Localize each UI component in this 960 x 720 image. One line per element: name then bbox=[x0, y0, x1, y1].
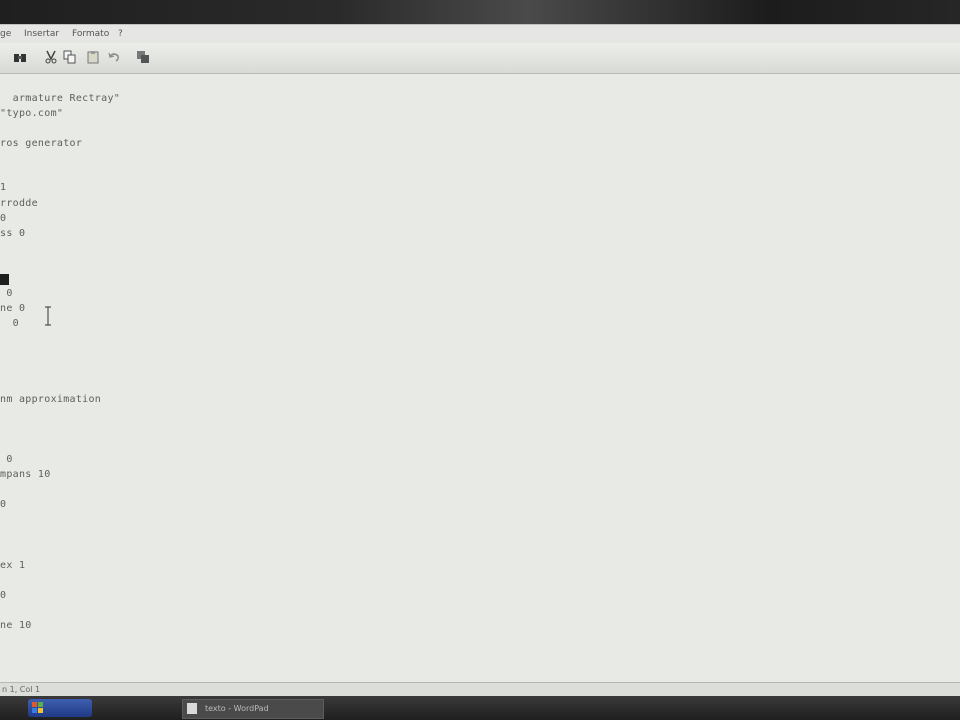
menu-item-insert[interactable]: Insertar bbox=[24, 29, 59, 39]
text-line: ne 10 bbox=[0, 620, 32, 631]
text-line: mpans 10 bbox=[0, 469, 51, 480]
text-line: ss 0 bbox=[0, 228, 26, 239]
text-line: 0 bbox=[0, 454, 13, 465]
text-line: armature Rectray" bbox=[0, 93, 121, 104]
replace-icon[interactable] bbox=[136, 50, 150, 64]
text-line: 0 bbox=[0, 499, 7, 510]
text-line: "typo.com" bbox=[0, 108, 64, 119]
text-line: nm approximation bbox=[0, 394, 102, 405]
text-line: 0 bbox=[0, 288, 13, 299]
document-text-area[interactable]: armature Rectray" "typo.com" ros generat… bbox=[0, 74, 960, 681]
text-line: 0 bbox=[0, 318, 19, 329]
menu-bar: ge Insertar Formato ? bbox=[0, 25, 960, 43]
toolbar bbox=[0, 43, 960, 74]
paste-icon[interactable] bbox=[86, 50, 100, 64]
text-line: rrodde bbox=[0, 198, 38, 209]
cut-icon[interactable] bbox=[44, 50, 58, 64]
desktop-top-strip bbox=[0, 0, 960, 24]
text-line: 0 bbox=[0, 590, 7, 601]
document-icon bbox=[187, 703, 197, 714]
undo-icon[interactable] bbox=[107, 50, 121, 64]
taskbar: texto - WordPad bbox=[0, 696, 960, 720]
editor-window: ge Insertar Formato ? armature Rectray" … bbox=[0, 24, 960, 698]
text-line: ne 0 bbox=[0, 303, 26, 314]
text-line: ex 1 bbox=[0, 560, 26, 571]
menu-item-view[interactable]: ge bbox=[0, 29, 11, 39]
start-logo-icon bbox=[32, 702, 43, 713]
copy-icon[interactable] bbox=[63, 50, 77, 64]
cursor-position: n 1, Col 1 bbox=[2, 685, 41, 694]
text-line: 1 bbox=[0, 182, 7, 193]
taskbar-window-label: texto - WordPad bbox=[205, 704, 269, 713]
text-line: ros generator bbox=[0, 138, 83, 149]
text-line: 0 bbox=[0, 213, 7, 224]
find-icon[interactable] bbox=[13, 50, 27, 64]
selection-highlight bbox=[0, 274, 9, 285]
taskbar-window-button[interactable]: texto - WordPad bbox=[182, 699, 324, 719]
text-cursor-icon bbox=[45, 306, 51, 326]
menu-item-format[interactable]: Formato bbox=[72, 29, 109, 39]
start-button[interactable] bbox=[28, 699, 92, 717]
menu-item-help[interactable]: ? bbox=[118, 29, 123, 39]
